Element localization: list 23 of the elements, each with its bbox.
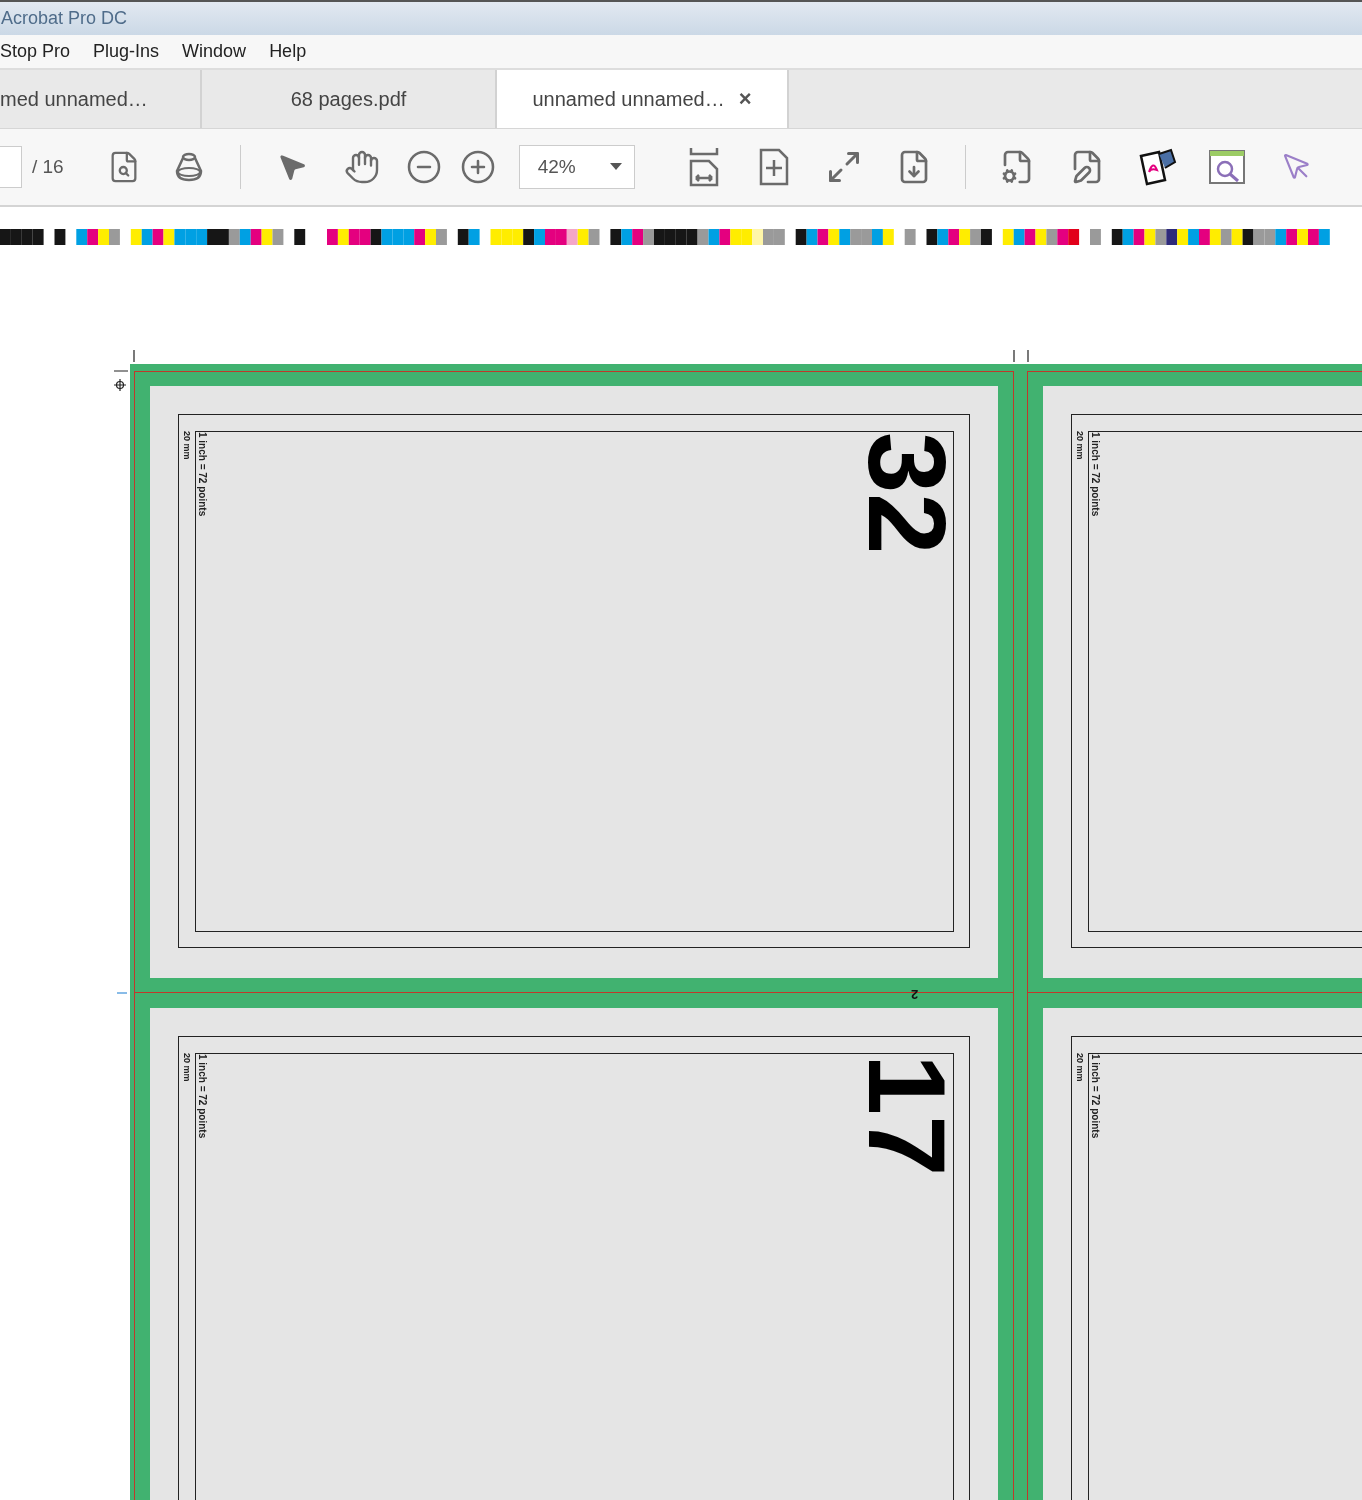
page-number-field[interactable] <box>0 146 22 188</box>
document-tab[interactable]: unnamed unnamed… × <box>497 70 789 128</box>
page-number: 17 <box>865 1054 949 1177</box>
margin-label: 20 mm <box>1074 1053 1086 1082</box>
page-number: 32 <box>865 432 949 555</box>
menu-item[interactable]: Window <box>182 41 247 62</box>
page-count: / 16 <box>32 156 64 178</box>
margin-label: 20 mm <box>181 431 193 460</box>
gutter-label: 2 <box>911 987 919 1002</box>
menu-item[interactable]: Stop Pro <box>0 41 71 62</box>
document-tab[interactable]: med unnamed… <box>0 70 202 128</box>
zoom-dropdown[interactable]: 42% <box>518 145 635 189</box>
scale-label: 1 inch = 72 points <box>1089 432 1101 517</box>
menu-item[interactable]: Plug-Ins <box>93 41 160 62</box>
close-icon[interactable]: × <box>738 86 752 112</box>
margin-label: 20 mm <box>1074 431 1086 460</box>
window-title: Acrobat Pro DC <box>0 8 128 29</box>
menu-item[interactable]: Help <box>269 41 307 62</box>
scale-label: 1 inch = 72 points <box>196 1054 208 1139</box>
caret-icon <box>609 163 622 171</box>
margin-label: 20 mm <box>181 1053 193 1082</box>
scale-label: 1 inch = 72 points <box>196 432 208 517</box>
scale-label: 1 inch = 72 points <box>1089 1054 1101 1139</box>
